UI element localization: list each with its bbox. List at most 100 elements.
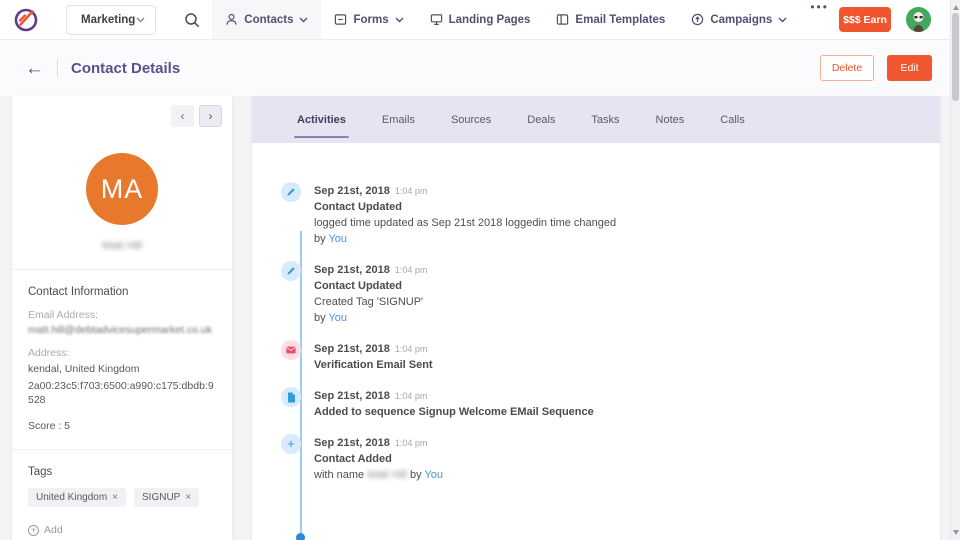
date-text: Sep 21st, 2018 (314, 437, 390, 449)
by-you-link[interactable]: You (424, 469, 443, 481)
nav-label: Email Templates (575, 14, 665, 26)
contact-initials-avatar: MA (86, 153, 158, 225)
remove-tag-icon[interactable]: × (112, 492, 118, 503)
contact-information-heading: Contact Information (28, 286, 216, 298)
page-title: Contact Details (71, 60, 180, 77)
form-icon (334, 13, 347, 26)
tab-deals[interactable]: Deals (526, 110, 556, 130)
add-tag-button[interactable]: + Add (28, 524, 216, 536)
activity-date: Sep 21st, 20181:04 pm (314, 342, 433, 356)
workspace-selector[interactable]: Marketing (66, 5, 156, 35)
add-icon: + (281, 434, 301, 454)
tab-notes[interactable]: Notes (655, 110, 686, 130)
edit-icon (281, 261, 301, 281)
tags-section: Tags United Kingdom × SIGNUP × + Add (12, 466, 232, 536)
activity-by: by You (314, 311, 427, 325)
workspace-label: Marketing (81, 14, 135, 26)
timeline-item: Sep 21st, 20181:04 pm Contact Updated Cr… (281, 263, 916, 325)
nav-item-campaigns[interactable]: Campaigns (678, 0, 800, 39)
timeline-item: + Sep 21st, 20181:04 pm Contact Added wi… (281, 436, 916, 482)
app-logo-icon[interactable] (13, 7, 39, 33)
score-value: Score : 5 (28, 420, 216, 432)
timeline-end-dot (296, 533, 305, 540)
contact-pager: ‹ › (12, 96, 232, 127)
tag-list: United Kingdom × SIGNUP × (28, 488, 216, 507)
chevron-down-icon (299, 17, 308, 23)
activity-content: Sep 21st, 20181:04 pm Verification Email… (314, 342, 433, 372)
divider (12, 449, 232, 450)
activity-time: 1:04 pm (395, 344, 428, 354)
tab-activities[interactable]: Activities (296, 110, 347, 130)
main-nav: Contacts Forms Landing Pages (212, 0, 839, 39)
body-prefix: with name (314, 469, 364, 481)
activity-date: Sep 21st, 20181:04 pm (314, 436, 443, 450)
edit-button[interactable]: Edit (887, 55, 932, 81)
nav-item-landing-pages[interactable]: Landing Pages (417, 0, 544, 39)
delete-button[interactable]: Delete (820, 55, 874, 81)
activity-date: Sep 21st, 20181:04 pm (314, 263, 427, 277)
by-prefix: by (410, 469, 422, 481)
tags-heading: Tags (28, 466, 216, 478)
contact-information-section: Contact Information Email Address: matt.… (12, 286, 232, 432)
activity-body: with name Matt Hill by You (314, 468, 443, 482)
activity-title: Contact Updated (314, 279, 427, 293)
tag-chip[interactable]: United Kingdom × (28, 488, 126, 507)
page-scrollbar[interactable] (950, 0, 960, 540)
nav-item-email-templates[interactable]: Email Templates (543, 0, 678, 39)
nav-label: Contacts (244, 14, 293, 26)
search-button[interactable] (179, 12, 204, 28)
tag-chip[interactable]: SIGNUP × (134, 488, 199, 507)
activity-body: Created Tag 'SIGNUP' (314, 295, 427, 309)
monitor-icon (430, 13, 443, 26)
activity-date: Sep 21st, 20181:04 pm (314, 184, 616, 198)
activity-date: Sep 21st, 20181:04 pm (314, 389, 594, 403)
tab-emails[interactable]: Emails (381, 110, 416, 130)
tab-sources[interactable]: Sources (450, 110, 492, 130)
scroll-up-icon[interactable] (953, 5, 959, 10)
header-actions: Delete Edit (820, 55, 932, 81)
timeline-item: Sep 21st, 20181:04 pm Added to sequence … (281, 389, 916, 419)
activity-content: Sep 21st, 20181:04 pm Contact Added with… (314, 436, 443, 482)
detail-tabs: Activities Emails Sources Deals Tasks No… (252, 96, 940, 143)
activity-by: by You (314, 232, 616, 246)
scroll-down-icon[interactable] (953, 530, 959, 535)
address-label: Address: (28, 347, 216, 359)
by-prefix: by (314, 312, 326, 324)
email-value: matt.hill@debtadvicesupermarket.co.uk (28, 324, 216, 336)
avatar-figure-icon (906, 7, 931, 32)
activity-title: Verification Email Sent (314, 358, 433, 372)
timeline-item: Sep 21st, 20181:04 pm Verification Email… (281, 342, 916, 372)
address-line-2: 2a00:23c5:f703:6500:a990:c175:dbdb:9528 (28, 379, 216, 407)
page-header: ← Contact Details Delete Edit (0, 40, 950, 96)
address-line-1: kendal, United Kingdom (28, 362, 216, 376)
template-icon (556, 13, 569, 26)
tag-label: SIGNUP (142, 492, 180, 503)
contact-details-panel: Activities Emails Sources Deals Tasks No… (252, 96, 940, 540)
back-arrow-icon[interactable]: ← (25, 59, 44, 78)
tab-calls[interactable]: Calls (719, 110, 745, 130)
email-icon (281, 340, 301, 360)
tab-tasks[interactable]: Tasks (590, 110, 620, 130)
user-avatar[interactable] (906, 7, 931, 32)
by-you-link[interactable]: You (328, 233, 347, 245)
scrollbar-thumb[interactable] (952, 13, 959, 101)
nav-label: Campaigns (710, 14, 772, 26)
earn-button[interactable]: $$$ Earn (839, 7, 891, 32)
previous-contact-button[interactable]: ‹ (171, 105, 194, 127)
document-icon (281, 387, 301, 407)
top-navigation-bar: Marketing Contacts Forms (0, 0, 960, 40)
nav-item-contacts[interactable]: Contacts (212, 0, 321, 39)
remove-tag-icon[interactable]: × (185, 492, 191, 503)
email-label: Email Address: (28, 309, 216, 321)
activity-timeline: Sep 21st, 20181:04 pm Contact Updated lo… (252, 143, 940, 482)
activity-title: Contact Updated (314, 200, 616, 214)
more-menu-icon[interactable]: ••• (800, 0, 839, 39)
nav-item-forms[interactable]: Forms (321, 0, 416, 39)
contact-name: Matt Hill (102, 240, 142, 252)
timeline-item: Sep 21st, 20181:04 pm Contact Updated lo… (281, 184, 916, 246)
by-prefix: by (314, 233, 326, 245)
next-contact-button[interactable]: › (199, 105, 222, 127)
by-you-link[interactable]: You (328, 312, 347, 324)
activity-content: Sep 21st, 20181:04 pm Contact Updated lo… (314, 184, 616, 246)
divider (12, 269, 232, 270)
